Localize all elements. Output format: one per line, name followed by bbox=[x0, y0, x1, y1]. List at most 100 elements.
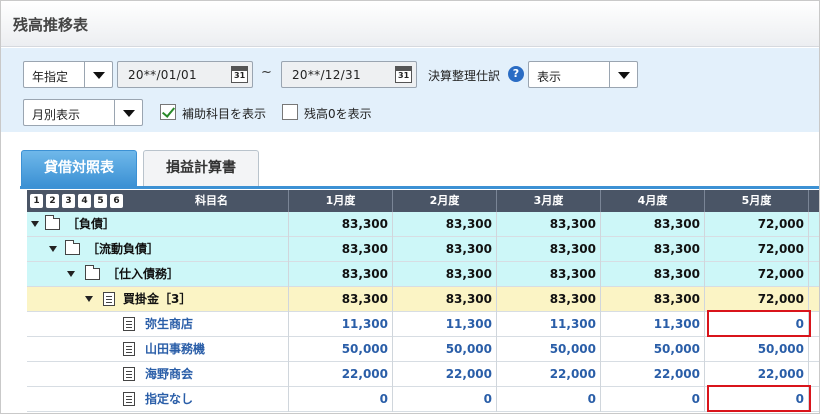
row-value[interactable]: 72,000 bbox=[705, 212, 809, 237]
row-value[interactable]: 83,300 bbox=[601, 262, 705, 287]
row-value[interactable]: 83,300 bbox=[289, 212, 393, 237]
period-type-select[interactable]: 年指定 bbox=[23, 61, 113, 88]
closing-entries-select[interactable]: 表示 bbox=[528, 61, 638, 88]
chevron-down-icon[interactable] bbox=[609, 62, 637, 87]
tab-balance-sheet[interactable]: 貸借対照表 bbox=[21, 150, 137, 186]
row-value[interactable]: 83,300 bbox=[497, 212, 601, 237]
row-value[interactable]: 83,300 bbox=[289, 237, 393, 262]
date-to-value: 20**/12/31 bbox=[292, 68, 361, 82]
row-label[interactable]: 海野商会 bbox=[145, 362, 193, 387]
row-value[interactable]: 50,000 bbox=[705, 337, 809, 362]
date-to-field[interactable]: 20**/12/31 31 bbox=[281, 61, 417, 88]
expand-caret-icon[interactable] bbox=[85, 296, 93, 302]
expand-caret-icon[interactable] bbox=[31, 221, 39, 227]
row-label[interactable]: 山田事務機 bbox=[145, 337, 205, 362]
row-value[interactable]: 0 bbox=[393, 387, 497, 412]
sub-account-icon bbox=[123, 367, 135, 381]
tab-income-statement[interactable]: 損益計算書 bbox=[143, 150, 259, 186]
display-mode-select[interactable]: 月別表示 bbox=[23, 99, 143, 126]
row-value[interactable]: 83,300 bbox=[601, 287, 705, 312]
row-label: ［流動負債］ bbox=[87, 242, 160, 256]
range-separator: ~ bbox=[261, 65, 272, 80]
row-value[interactable]: 0 bbox=[601, 387, 705, 412]
level-5-button[interactable]: 5 bbox=[94, 194, 107, 208]
row-value[interactable]: 83,300 bbox=[393, 237, 497, 262]
row-value[interactable]: 22,000 bbox=[601, 362, 705, 387]
folder-icon bbox=[65, 240, 80, 255]
row-label: ［負債］ bbox=[67, 217, 116, 231]
row-value[interactable]: 83,300 bbox=[497, 287, 601, 312]
level-1-button[interactable]: 1 bbox=[30, 194, 43, 208]
column-header[interactable]: 3月度 bbox=[497, 190, 601, 212]
date-from-field[interactable]: 20**/01/01 31 bbox=[117, 61, 253, 88]
row-value[interactable]: 22,000 bbox=[497, 362, 601, 387]
row-label: 買掛金［3］ bbox=[123, 292, 192, 306]
row-value[interactable]: 22,000 bbox=[705, 362, 809, 387]
folder-icon bbox=[45, 215, 60, 230]
chevron-down-icon[interactable] bbox=[84, 62, 112, 87]
row-value[interactable]: 72,000 bbox=[705, 237, 809, 262]
sub-account-icon bbox=[123, 342, 135, 356]
table-row[interactable]: 指定なし 0 0 0 0 0 bbox=[27, 387, 819, 412]
row-value[interactable]: 83,300 bbox=[601, 237, 705, 262]
table-row[interactable]: ［負債］ 83,300 83,300 83,300 83,300 72,000 bbox=[27, 212, 819, 237]
balance-grid: 1 2 3 4 5 6 科目名 1月度 2月度 3月度 4月度 5月度 ［負債］… bbox=[27, 190, 819, 414]
level-4-button[interactable]: 4 bbox=[78, 194, 91, 208]
row-value[interactable]: 50,000 bbox=[289, 337, 393, 362]
level-6-button[interactable]: 6 bbox=[110, 194, 123, 208]
expand-caret-icon[interactable] bbox=[67, 271, 75, 277]
table-row[interactable]: 山田事務機 50,000 50,000 50,000 50,000 50,000 bbox=[27, 337, 819, 362]
expand-caret-icon[interactable] bbox=[49, 246, 57, 252]
table-row[interactable]: 弥生商店 11,300 11,300 11,300 11,300 0 bbox=[27, 312, 819, 337]
column-header[interactable]: 2月度 bbox=[393, 190, 497, 212]
level-2-button[interactable]: 2 bbox=[46, 194, 59, 208]
row-value[interactable]: 50,000 bbox=[497, 337, 601, 362]
row-value[interactable]: 11,300 bbox=[289, 312, 393, 337]
row-value[interactable]: 83,300 bbox=[393, 287, 497, 312]
row-label[interactable]: 指定なし bbox=[145, 387, 193, 412]
row-value[interactable]: 72,000 bbox=[705, 262, 809, 287]
column-header[interactable]: 4月度 bbox=[601, 190, 705, 212]
closing-entries-value: 表示 bbox=[537, 70, 562, 84]
column-header[interactable]: 5月度 bbox=[705, 190, 809, 212]
table-row[interactable]: ［流動負債］ 83,300 83,300 83,300 83,300 72,00… bbox=[27, 237, 819, 262]
row-value[interactable]: 83,300 bbox=[289, 262, 393, 287]
tab-underline bbox=[20, 186, 819, 189]
show-zero-checkbox[interactable] bbox=[282, 104, 298, 120]
row-value[interactable]: 83,300 bbox=[393, 212, 497, 237]
period-type-value: 年指定 bbox=[32, 70, 69, 84]
row-value[interactable]: 72,000 bbox=[705, 287, 809, 312]
row-value[interactable]: 11,300 bbox=[601, 312, 705, 337]
row-value[interactable]: 83,300 bbox=[393, 262, 497, 287]
row-value[interactable]: 11,300 bbox=[497, 312, 601, 337]
title-bar: 残高推移表 bbox=[1, 1, 819, 47]
row-value[interactable]: 83,300 bbox=[497, 237, 601, 262]
table-row[interactable]: ［仕入債務］ 83,300 83,300 83,300 83,300 72,00… bbox=[27, 262, 819, 287]
highlight-box bbox=[707, 310, 811, 337]
header-account-name: 1 2 3 4 5 6 科目名 bbox=[27, 190, 289, 212]
row-value[interactable]: 83,300 bbox=[601, 212, 705, 237]
row-value[interactable]: 0 bbox=[289, 387, 393, 412]
calendar-icon[interactable]: 31 bbox=[231, 66, 248, 83]
show-sub-accounts-checkbox[interactable] bbox=[160, 104, 176, 120]
account-book-icon bbox=[103, 292, 115, 306]
calendar-icon[interactable]: 31 bbox=[395, 66, 412, 83]
help-icon[interactable]: ? bbox=[508, 66, 524, 82]
row-value[interactable]: 22,000 bbox=[393, 362, 497, 387]
row-value[interactable]: 83,300 bbox=[289, 287, 393, 312]
table-row[interactable]: 買掛金［3］ 83,300 83,300 83,300 83,300 72,00… bbox=[27, 287, 819, 312]
row-value[interactable]: 50,000 bbox=[393, 337, 497, 362]
highlight-box bbox=[707, 385, 811, 412]
row-label[interactable]: 弥生商店 bbox=[145, 312, 193, 337]
closing-entries-label: 決算整理仕訳 bbox=[428, 69, 501, 83]
row-value[interactable]: 22,000 bbox=[289, 362, 393, 387]
column-header[interactable]: 1月度 bbox=[289, 190, 393, 212]
level-3-button[interactable]: 3 bbox=[62, 194, 75, 208]
show-sub-accounts-label: 補助科目を表示 bbox=[182, 107, 267, 121]
chevron-down-icon[interactable] bbox=[114, 100, 142, 125]
row-value[interactable]: 50,000 bbox=[601, 337, 705, 362]
row-value[interactable]: 11,300 bbox=[393, 312, 497, 337]
row-value[interactable]: 83,300 bbox=[497, 262, 601, 287]
table-row[interactable]: 海野商会 22,000 22,000 22,000 22,000 22,000 bbox=[27, 362, 819, 387]
row-value[interactable]: 0 bbox=[497, 387, 601, 412]
